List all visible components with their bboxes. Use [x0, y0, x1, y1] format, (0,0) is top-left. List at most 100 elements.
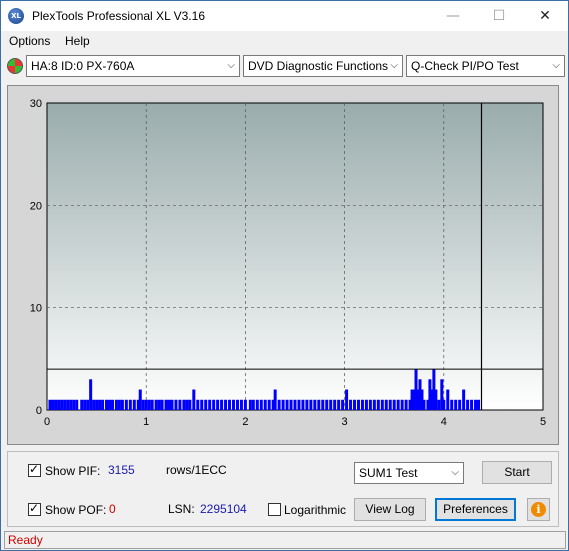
data-bar [212, 399, 216, 410]
show-pif-label: Show PIF: [45, 464, 101, 478]
data-bar [167, 399, 171, 410]
data-bar [267, 399, 271, 410]
data-bar [160, 399, 164, 410]
lsn-label: LSN: [168, 502, 195, 516]
info-button[interactable]: i [527, 498, 550, 521]
data-bar [75, 399, 79, 410]
data-bar [380, 399, 384, 410]
chevron-down-icon: ⌵ [390, 60, 398, 71]
y-tick-label: 20 [30, 200, 42, 212]
y-tick-label: 30 [30, 98, 42, 110]
data-bar [80, 399, 84, 410]
data-bar [110, 399, 114, 410]
data-bar [341, 399, 345, 410]
data-bar [337, 399, 341, 410]
data-bar [248, 399, 252, 410]
data-bar [434, 389, 438, 410]
data-bar [204, 399, 208, 410]
x-tick-label: 1 [143, 416, 149, 428]
function-select[interactable]: DVD Diagnostic Functions ⌵ [243, 55, 403, 77]
data-bar [66, 399, 70, 410]
menu-bar: Options Help [1, 32, 568, 51]
data-bar [289, 399, 293, 410]
data-bar [329, 399, 333, 410]
data-bar [196, 399, 200, 410]
data-bar [188, 399, 192, 410]
data-bar [353, 399, 357, 410]
close-button[interactable]: ✕ [522, 1, 568, 31]
data-bar [182, 399, 186, 410]
data-bar [128, 399, 132, 410]
data-bar [72, 399, 76, 410]
data-bar [301, 399, 305, 410]
data-bar [105, 399, 109, 410]
sum-test-select[interactable]: SUM1 Test ⌵ [354, 462, 464, 484]
status-text: Ready [8, 533, 43, 547]
drive-select-value: HA:8 ID:0 PX-760A [31, 59, 135, 73]
data-bar [51, 399, 55, 410]
data-bar [95, 399, 99, 410]
data-bar [220, 399, 224, 410]
data-bar [437, 399, 441, 410]
drive-select[interactable]: HA:8 ID:0 PX-760A ⌵ [26, 55, 240, 77]
data-bar [141, 399, 145, 410]
data-bar [54, 399, 58, 410]
data-bar [368, 399, 372, 410]
data-bar [333, 399, 337, 410]
data-bar [293, 399, 297, 410]
data-bar [60, 399, 64, 410]
logarithmic-checkbox[interactable] [268, 503, 281, 516]
function-select-value: DVD Diagnostic Functions [248, 59, 389, 73]
data-bar [228, 399, 232, 410]
data-bar [360, 399, 364, 410]
data-bar [243, 399, 247, 410]
data-bar [392, 399, 396, 410]
data-bar [458, 399, 462, 410]
data-bar [216, 399, 220, 410]
data-bar [57, 399, 61, 410]
show-pif-checkbox[interactable] [28, 462, 41, 477]
data-bar [474, 399, 478, 410]
data-bar [101, 399, 105, 410]
data-bar [372, 399, 376, 410]
data-bar [305, 399, 309, 410]
pi-po-chart: 0 1 2 3 4 5 0 10 20 30 [7, 85, 559, 445]
maximize-button[interactable]: ☐ [476, 1, 522, 31]
controls-panel: Show PIF: 3155 rows/1ECC SUM1 Test ⌵ Sta… [7, 451, 559, 527]
data-bar [442, 399, 446, 410]
x-tick-label: 2 [242, 416, 248, 428]
start-button[interactable]: Start [482, 461, 552, 484]
menu-options[interactable]: Options [9, 34, 50, 48]
data-bar [364, 399, 368, 410]
lsn-value: 2295104 [200, 502, 247, 516]
data-bar [317, 399, 321, 410]
data-bar [154, 399, 158, 410]
data-bar [86, 399, 90, 410]
data-bar [384, 399, 388, 410]
data-bar [120, 399, 124, 410]
test-select[interactable]: Q-Check PI/PO Test ⌵ [406, 55, 565, 77]
menu-help[interactable]: Help [65, 34, 90, 48]
data-bar [208, 399, 212, 410]
minimize-button[interactable]: — [430, 1, 476, 31]
preferences-button[interactable]: Preferences [435, 498, 516, 521]
view-log-button[interactable]: View Log [354, 498, 426, 521]
chevron-down-icon: ⌵ [451, 467, 459, 478]
data-bar [63, 399, 67, 410]
app-window: XL PlexTools Professional XL V3.16 — ☐ ✕… [0, 0, 569, 551]
data-bar [273, 389, 277, 410]
data-bar [466, 399, 470, 410]
x-tick-label: 3 [342, 416, 348, 428]
title-bar[interactable]: XL PlexTools Professional XL V3.16 — ☐ ✕ [1, 1, 568, 31]
data-bar [48, 399, 52, 410]
chevron-down-icon: ⌵ [227, 60, 235, 71]
x-tick-label: 4 [441, 416, 447, 428]
pof-value: 0 [109, 502, 116, 516]
show-pof-checkbox[interactable] [28, 501, 41, 516]
data-bar [388, 399, 392, 410]
sum-test-value: SUM1 Test [359, 466, 418, 480]
data-bar [259, 399, 263, 410]
x-tick-label: 5 [540, 416, 546, 428]
data-bar [192, 389, 196, 410]
data-bar [114, 399, 118, 410]
